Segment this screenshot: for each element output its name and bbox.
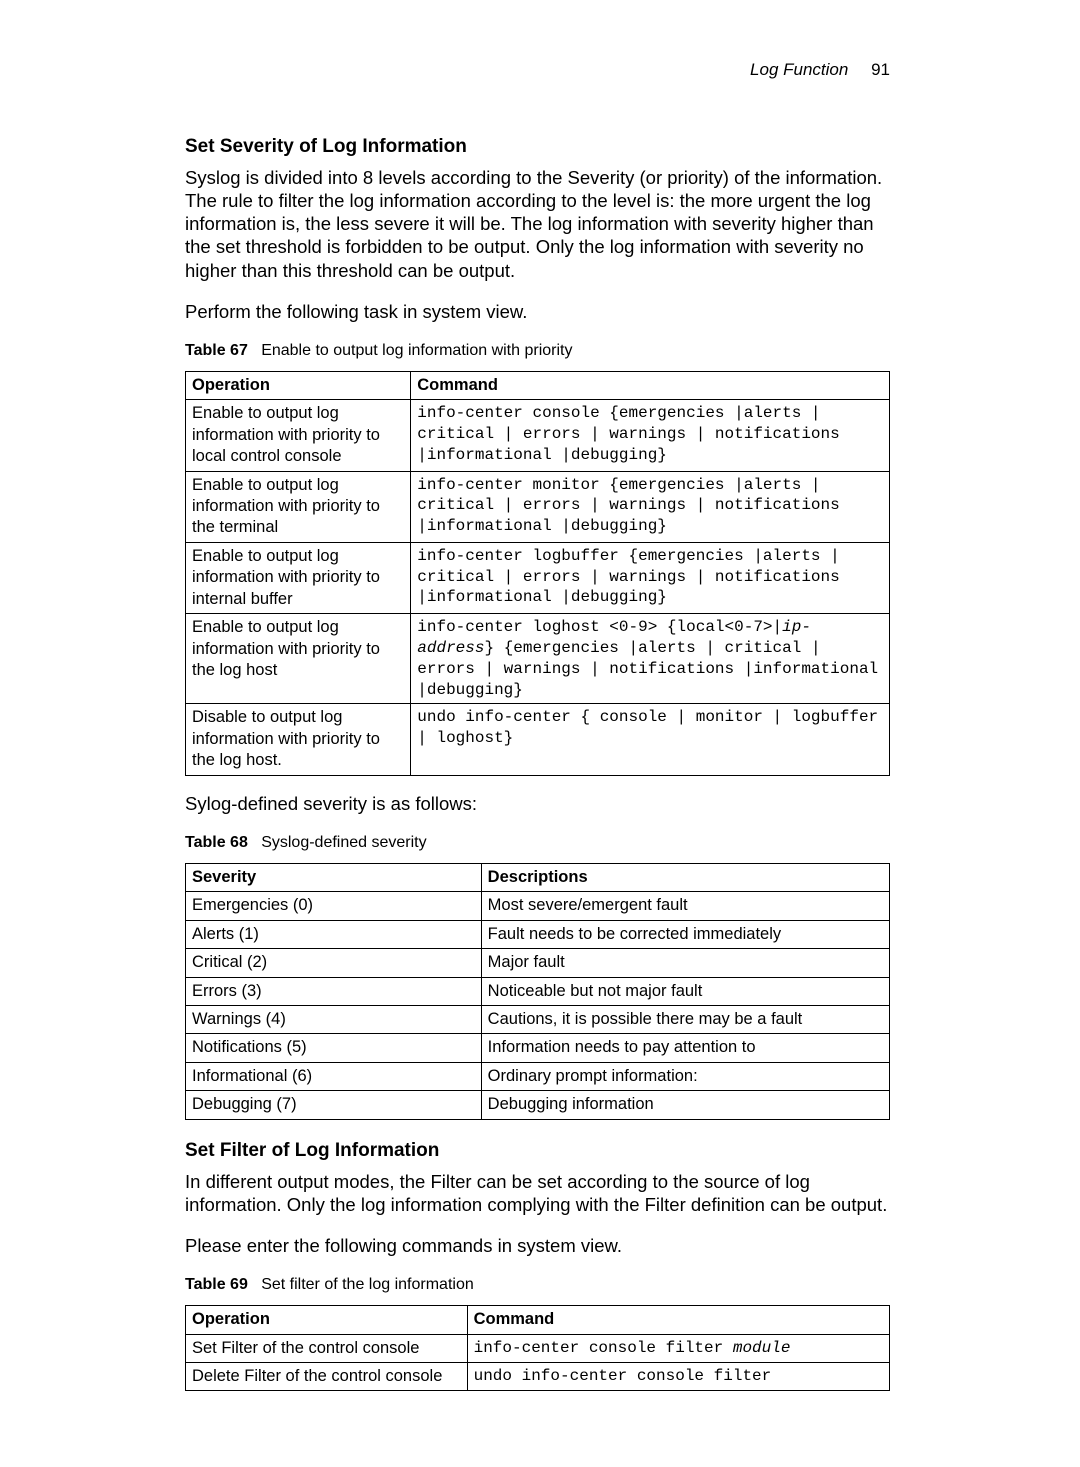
table-cell-description: Information needs to pay attention to xyxy=(481,1034,889,1062)
table-cell-description: Noticeable but not major fault xyxy=(481,977,889,1005)
table-row: Errors (3) Noticeable but not major faul… xyxy=(186,977,890,1005)
section-paragraph: Syslog is divided into 8 levels accordin… xyxy=(185,166,890,282)
table-cell-operation: Set Filter of the control console xyxy=(186,1334,468,1362)
table-cell-command: info-center logbuffer {emergencies |aler… xyxy=(411,542,890,613)
table-header-cell: Operation xyxy=(186,1306,468,1334)
table-row: Enable to output log information with pr… xyxy=(186,542,890,613)
table-cell-severity: Warnings (4) xyxy=(186,1005,482,1033)
table-row: Debugging (7) Debugging information xyxy=(186,1091,890,1119)
table-row: Enable to output log information with pr… xyxy=(186,471,890,542)
table-cell-severity: Debugging (7) xyxy=(186,1091,482,1119)
table-row: Informational (6) Ordinary prompt inform… xyxy=(186,1062,890,1090)
table-row: Disable to output log information with p… xyxy=(186,704,890,775)
table-caption-text: Syslog-defined severity xyxy=(261,834,426,851)
table-caption: Table 69 Set filter of the log informati… xyxy=(185,1275,890,1295)
table-cell-severity: Alerts (1) xyxy=(186,920,482,948)
table-row: Enable to output log information with pr… xyxy=(186,400,890,471)
table-header-cell: Command xyxy=(411,371,890,399)
table-cell-description: Major fault xyxy=(481,949,889,977)
table-cell-command: info-center monitor {emergencies |alerts… xyxy=(411,471,890,542)
section-heading-severity: Set Severity of Log Information xyxy=(185,136,890,158)
section-paragraph: Please enter the following commands in s… xyxy=(185,1234,890,1257)
table-cell-severity: Errors (3) xyxy=(186,977,482,1005)
table-row: Alerts (1) Fault needs to be corrected i… xyxy=(186,920,890,948)
table-cell-description: Fault needs to be corrected immediately xyxy=(481,920,889,948)
document-page: Log Function 91 Set Severity of Log Info… xyxy=(0,0,1080,1467)
page-number: 91 xyxy=(871,60,890,79)
table-caption-label: Table 68 xyxy=(185,834,248,851)
table-row: Warnings (4) Cautions, it is possible th… xyxy=(186,1005,890,1033)
table-cell-severity: Emergencies (0) xyxy=(186,892,482,920)
table-caption-text: Enable to output log information with pr… xyxy=(261,342,572,359)
table-header-cell: Severity xyxy=(186,863,482,891)
table-cell-operation: Enable to output log information with pr… xyxy=(186,471,411,542)
table-cell-command: info-center console filter module xyxy=(467,1334,889,1362)
table-header-cell: Descriptions xyxy=(481,863,889,891)
section-paragraph: Perform the following task in system vie… xyxy=(185,300,890,323)
table-header-cell: Operation xyxy=(186,371,411,399)
table-caption-text: Set filter of the log information xyxy=(261,1276,474,1293)
section-heading-filter: Set Filter of Log Information xyxy=(185,1140,890,1162)
table-row: Notifications (5) Information needs to p… xyxy=(186,1034,890,1062)
section-paragraph: Sylog-defined severity is as follows: xyxy=(185,792,890,815)
table-cell-operation: Disable to output log information with p… xyxy=(186,704,411,775)
table-cell-description: Most severe/emergent fault xyxy=(481,892,889,920)
table-69: Operation Command Set Filter of the cont… xyxy=(185,1305,890,1391)
page-header: Log Function 91 xyxy=(185,60,890,80)
table-67: Operation Command Enable to output log i… xyxy=(185,371,890,776)
table-cell-description: Cautions, it is possible there may be a … xyxy=(481,1005,889,1033)
table-cell-command: info-center loghost <0-9> {local<0-7>|ip… xyxy=(411,614,890,704)
table-row: Delete Filter of the control console und… xyxy=(186,1362,890,1390)
table-row: Enable to output log information with pr… xyxy=(186,614,890,704)
header-title: Log Function xyxy=(750,60,848,79)
table-cell-command: info-center console {emergencies |alerts… xyxy=(411,400,890,471)
table-header-row: Operation Command xyxy=(186,1306,890,1334)
table-header-cell: Command xyxy=(467,1306,889,1334)
table-caption: Table 67 Enable to output log informatio… xyxy=(185,341,890,361)
table-header-row: Severity Descriptions xyxy=(186,863,890,891)
table-cell-severity: Notifications (5) xyxy=(186,1034,482,1062)
section-paragraph: In different output modes, the Filter ca… xyxy=(185,1170,890,1216)
table-header-row: Operation Command xyxy=(186,371,890,399)
table-cell-severity: Informational (6) xyxy=(186,1062,482,1090)
table-cell-operation: Enable to output log information with pr… xyxy=(186,400,411,471)
table-cell-command: undo info-center { console | monitor | l… xyxy=(411,704,890,775)
table-cell-command: undo info-center console filter xyxy=(467,1362,889,1390)
table-cell-severity: Critical (2) xyxy=(186,949,482,977)
table-cell-operation: Enable to output log information with pr… xyxy=(186,614,411,704)
table-cell-description: Ordinary prompt information: xyxy=(481,1062,889,1090)
table-cell-description: Debugging information xyxy=(481,1091,889,1119)
table-row: Critical (2) Major fault xyxy=(186,949,890,977)
table-caption-label: Table 67 xyxy=(185,342,248,359)
table-cell-operation: Enable to output log information with pr… xyxy=(186,542,411,613)
table-row: Emergencies (0) Most severe/emergent fau… xyxy=(186,892,890,920)
table-cell-operation: Delete Filter of the control console xyxy=(186,1362,468,1390)
table-caption: Table 68 Syslog-defined severity xyxy=(185,833,890,853)
table-row: Set Filter of the control console info-c… xyxy=(186,1334,890,1362)
table-68: Severity Descriptions Emergencies (0) Mo… xyxy=(185,863,890,1120)
table-caption-label: Table 69 xyxy=(185,1276,248,1293)
